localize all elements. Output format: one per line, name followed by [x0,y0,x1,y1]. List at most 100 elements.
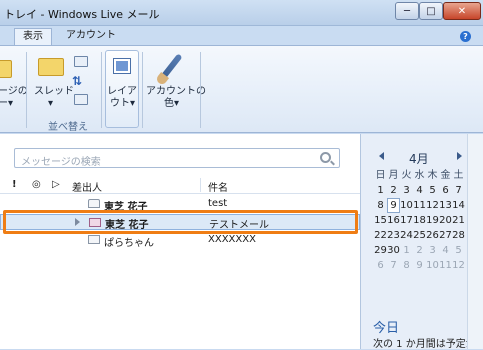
calendar-day[interactable]: 8 [374,198,387,213]
window-title: トレイ - Windows Live メール [4,8,160,21]
column-divider[interactable] [200,178,201,192]
calendar-day[interactable]: 22 [374,228,387,243]
scrollbar[interactable] [467,134,483,349]
calendar-day[interactable]: 4 [439,243,452,258]
opened-envelope-icon [88,199,100,208]
column-attachment[interactable]: ◎ [32,179,41,190]
tab-account[interactable]: アカウント [58,28,124,45]
tab-view[interactable]: 表示 [14,28,52,45]
calendar-day[interactable]: 4 [413,183,426,198]
calendar-day[interactable]: 7 [387,258,400,273]
calendar-day[interactable]: 2 [413,243,426,258]
highlight-outline [3,210,358,234]
calendar-day[interactable]: 21 [452,213,465,228]
layout-label-1: レイア [107,86,137,97]
calendar-day[interactable]: 11 [413,198,426,213]
calendar-day-today[interactable]: 9 [387,198,400,213]
calendar-day[interactable]: 26 [426,228,439,243]
calendar-day[interactable]: 30 [387,243,400,258]
search-input[interactable]: メッセージの検索 [21,153,101,168]
sort-order-icon[interactable]: ⇅ [72,74,82,88]
calendar-weekday: 木 [427,170,438,181]
calendar-month: 4月 [409,152,429,166]
calendar-weekday: 金 [440,170,451,181]
envelope-icon [0,60,12,78]
sort-group-label: 並べ替え [48,122,88,133]
calendar-day[interactable]: 14 [452,198,465,213]
calendar-day[interactable]: 13 [439,198,452,213]
close-button[interactable]: ✕ [443,2,481,20]
calendar-weekday: 日 [375,170,386,181]
thread-envelope-icon [38,58,64,76]
calendar-weekday: 月 [388,170,399,181]
calendar-weekday: 水 [414,170,425,181]
calendar-day[interactable]: 18 [413,213,426,228]
account-color-button[interactable]: アカウントの [146,86,206,98]
account-color-caret[interactable]: 色▾ [164,98,179,110]
search-icon[interactable] [320,152,331,163]
maximize-button[interactable]: □ [419,2,443,20]
envelope-icon [88,235,100,244]
calendar-day[interactable]: 2 [387,183,400,198]
ribbon-tabs: 表示 アカウント [0,26,483,45]
column-importance[interactable]: ! [12,179,17,190]
ribbon-separator [200,52,201,128]
column-sender[interactable]: 差出人 [72,179,102,194]
ribbon-separator [101,52,102,128]
ribbon-separator [142,52,143,128]
calendar-day[interactable]: 11 [439,258,452,273]
calendar-day[interactable]: 20 [439,213,452,228]
thread-caret[interactable]: ▾ [48,98,53,110]
calendar-day[interactable]: 3 [426,243,439,258]
partial-button-label-1[interactable]: ージの [0,86,28,98]
calendar-day[interactable]: 15 [374,213,387,228]
message-list-pane: メッセージの検索 ! ◎ ▷ 差出人 件名 東芝 花子 test 東芝 花子 テ… [0,134,360,349]
column-flag[interactable]: ▷ [52,179,60,190]
calendar-day[interactable]: 24 [400,228,413,243]
calendar-day[interactable]: 1 [400,243,413,258]
sort-by-icon[interactable] [74,56,88,67]
partial-button-label-2[interactable]: ー▾ [0,98,13,110]
thread-button[interactable]: スレッド [34,86,74,98]
minimize-button[interactable]: ─ [395,2,419,20]
calendar-day[interactable]: 29 [374,243,387,258]
calendar-day[interactable]: 19 [426,213,439,228]
calendar-weekday: 土 [453,170,464,181]
ribbon: ージの ー▾ スレッド ▾ ⇅ 並べ替え レイア ウト▾ アカウントの 色▾ [0,45,483,133]
calendar-day[interactable]: 12 [426,198,439,213]
calendar-day[interactable]: 3 [400,183,413,198]
calendar-day[interactable]: 8 [400,258,413,273]
calendar-day[interactable]: 23 [387,228,400,243]
calendar-day[interactable]: 25 [413,228,426,243]
calendar-day[interactable]: 27 [439,228,452,243]
calendar-day[interactable]: 16 [387,213,400,228]
calendar-day[interactable]: 9 [413,258,426,273]
columns-icon[interactable] [74,94,88,105]
calendar-day[interactable]: 5 [452,243,465,258]
calendar-day[interactable]: 6 [439,183,452,198]
calendar-day[interactable]: 10 [400,198,413,213]
help-icon[interactable]: ? [460,31,471,42]
calendar-day[interactable]: 28 [452,228,465,243]
message-row[interactable]: ぱらちゃん XXXXXXX [0,232,360,249]
previous-month-icon[interactable] [379,152,384,160]
message-subject: test [208,198,228,209]
calendar-day[interactable]: 5 [426,183,439,198]
message-subject: XXXXXXX [208,234,256,245]
calendar-day[interactable]: 6 [374,258,387,273]
layout-icon [113,58,131,74]
calendar-day[interactable]: 1 [374,183,387,198]
title-bar: トレイ - Windows Live メール ─ □ ✕ [0,0,483,26]
calendar-day[interactable]: 12 [452,258,465,273]
calendar-day[interactable]: 17 [400,213,413,228]
search-box[interactable]: メッセージの検索 [14,148,340,168]
next-month-icon[interactable] [457,152,462,160]
message-sender: ぱらちゃん [104,238,154,249]
layout-label-2: ウト▾ [110,98,136,109]
calendar-day[interactable]: 7 [452,183,465,198]
today-heading[interactable]: 今日 [373,317,399,336]
column-subject[interactable]: 件名 [208,179,228,194]
calendar-weekday: 火 [401,170,412,181]
calendar-day[interactable]: 10 [426,258,439,273]
column-header: ! ◎ ▷ 差出人 件名 [0,176,360,194]
